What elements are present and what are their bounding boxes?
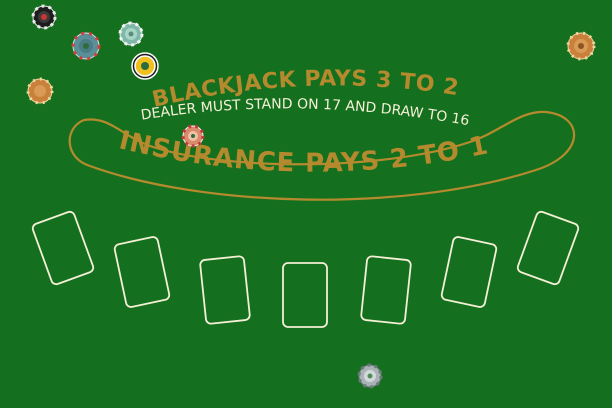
chip-mint[interactable] — [118, 21, 144, 47]
felt — [0, 0, 612, 408]
chip-red[interactable] — [181, 124, 205, 148]
blackjack-table: BLACKJACK PAYS 3 TO 2 DEALER MUST STAND … — [0, 0, 612, 408]
chip-grey[interactable] — [357, 363, 383, 389]
chip-teal[interactable] — [71, 31, 101, 61]
chip-yellow[interactable] — [131, 52, 159, 80]
chip-orange-right[interactable] — [566, 31, 596, 61]
chip-orange-left[interactable] — [26, 77, 54, 105]
chip-black[interactable] — [31, 4, 57, 30]
